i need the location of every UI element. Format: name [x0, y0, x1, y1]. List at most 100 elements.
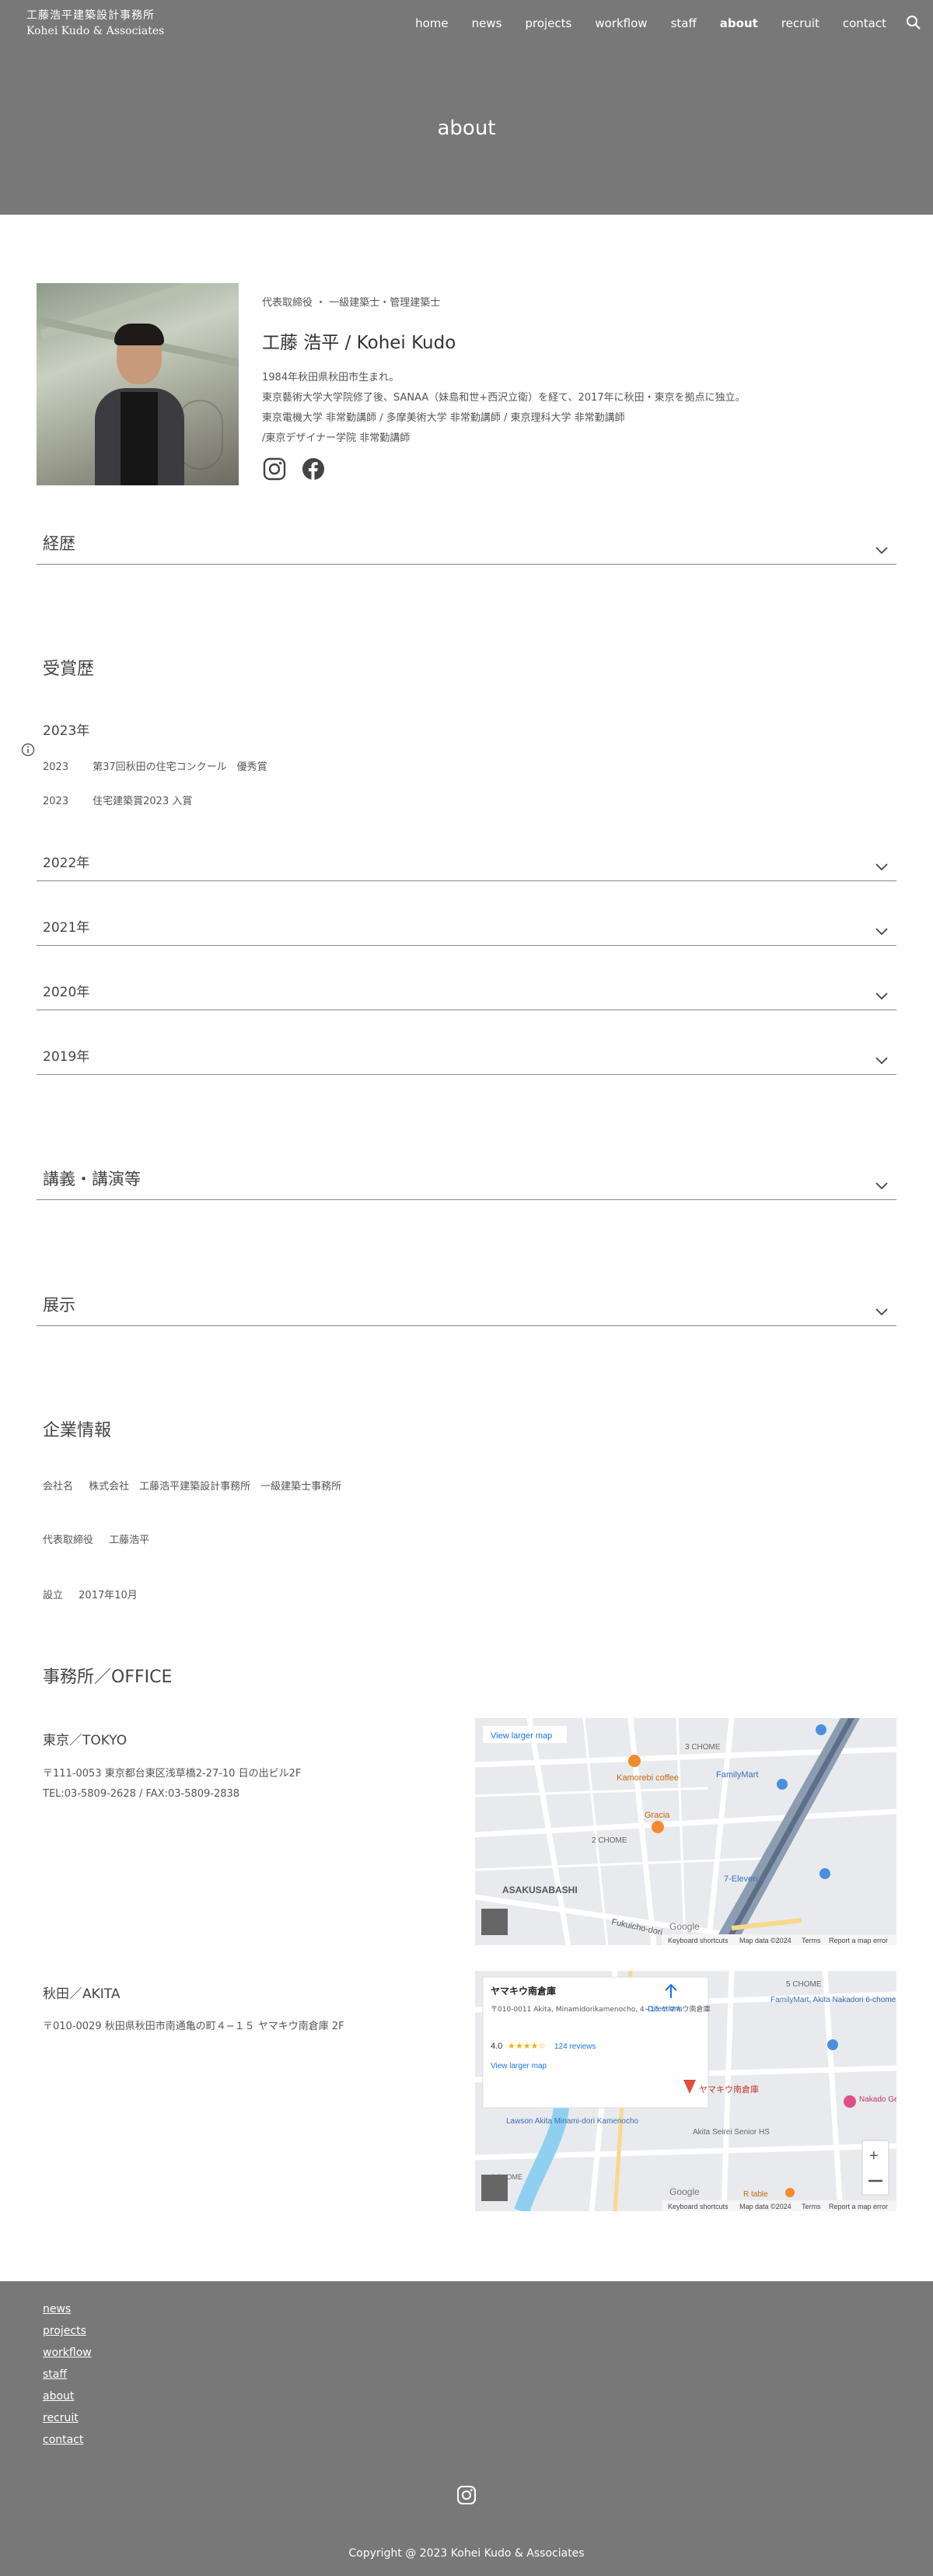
footer-link-contact[interactable]: contact [43, 2429, 92, 2451]
map-footer-link: Terms [802, 1937, 821, 1944]
map-footer-link: Map data ©2024 [739, 2203, 791, 2210]
company-value: 株式会社 工藤浩平建築設計事務所 一級建築士事務所 [89, 1481, 342, 1493]
bio-line: /東京デザイナー学院 非常勤講師 [262, 432, 411, 444]
lectures-accordion[interactable]: 講義・講演等 [37, 1169, 896, 1200]
footer-link-projects[interactable]: projects [43, 2320, 92, 2342]
nav-recruit[interactable]: recruit [781, 16, 819, 31]
map-label: 2 CHOME [592, 1836, 627, 1845]
hero-header: 工藤浩平建築設計事務所 Kohei Kudo & Associates home… [0, 0, 933, 215]
nav-workflow[interactable]: workflow [595, 16, 647, 31]
map-google-logo: Google [669, 2186, 700, 2197]
map-label: Nakado General [859, 2095, 896, 2104]
award-entry: 2023 住宅建築賞2023 入賞 [43, 793, 192, 807]
exhibitions-accordion[interactable]: 展示 [37, 1295, 896, 1326]
offices-title: 事務所／OFFICE [43, 1668, 173, 1687]
map-stars: ★★★★☆ [508, 2041, 546, 2051]
map-footer-link: Keyboard shortcuts [668, 1937, 729, 1944]
facebook-icon[interactable] [301, 457, 326, 481]
nav-about[interactable]: about [720, 16, 758, 31]
nav-contact[interactable]: contact [843, 16, 886, 31]
map-label: 3 CHOME [685, 1743, 721, 1752]
map-footer-link: Terms [802, 2203, 821, 2210]
phone-line: TEL:03-5809-2628 / FAX:03-5809-2838 [43, 1788, 240, 1800]
career-label: 経歴 [43, 534, 75, 553]
instagram-icon[interactable] [456, 2485, 477, 2505]
chevron-down-icon [875, 992, 888, 1000]
office-tokyo-address: 〒111-0053 東京都台東区浅草橋2-27-10 日の出ビル2F TEL:0… [43, 1764, 301, 1804]
bio-line: 1984年秋田県秋田市生まれ。 [262, 372, 400, 383]
company-value: 2017年10月 [79, 1590, 138, 1601]
logo-english[interactable]: Kohei Kudo & Associates [26, 23, 164, 39]
footer-link-workflow[interactable]: workflow [43, 2342, 92, 2364]
profile-name: 工藤 浩平 / Kohei Kudo [262, 333, 456, 353]
company-key: 設立 [43, 1590, 64, 1601]
company-value: 工藤浩平 [109, 1535, 150, 1546]
company-key: 代表取締役 [43, 1535, 94, 1546]
map-label: 5 CHOME [786, 1980, 822, 1989]
bio-line: 東京藝術大学大学院修了後、SANAA（妹島和世+西沢立衛）を経て、2017年に秋… [262, 392, 746, 404]
nav-news[interactable]: news [472, 16, 502, 31]
year-label: 2021年 [43, 920, 90, 936]
company-row: 代表取締役 工藤浩平 [43, 1531, 149, 1546]
map-footer-link: Keyboard shortcuts [668, 2203, 729, 2210]
page-title: about [437, 117, 496, 140]
footer-link-about[interactable]: about [43, 2385, 92, 2407]
profile-social [262, 457, 900, 481]
map-label: Lawson Akita Minami-dori Kamenocho [506, 2117, 639, 2126]
address-line: 〒111-0053 東京都台東区浅草橋2-27-10 日の出ビル2F [43, 1768, 302, 1780]
award-entry: 2023 第37回秋田の住宅コンクール 優秀賞 [43, 758, 267, 773]
info-icon[interactable] [21, 743, 35, 757]
logo-japanese[interactable]: 工藤浩平建築設計事務所 [26, 8, 164, 23]
awards-year-2021[interactable]: 2021年 [37, 915, 896, 946]
footer-link-news[interactable]: news [43, 2298, 92, 2320]
nav-projects[interactable]: projects [525, 16, 571, 31]
year-label: 2019年 [43, 1049, 90, 1065]
bio-line: 東京電機大学 非常勤講師 / 多摩美術大学 非常勤講師 / 東京理科大学 非常勤… [262, 412, 625, 424]
footer-link-staff[interactable]: staff [43, 2364, 92, 2385]
address-line: 〒010-0029 秋田県秋田市南通亀の町４−１５ ヤマキウ南倉庫 2F [43, 2021, 344, 2032]
awards-year-2020[interactable]: 2020年 [37, 979, 896, 1010]
map-place-name: ヤマキウ南倉庫 [491, 1985, 556, 1997]
map-tokyo[interactable]: View larger map Kamorebi coffee FamilyMa… [475, 1718, 896, 1945]
footer-link-recruit[interactable]: recruit [43, 2407, 92, 2429]
year-label: 2020年 [43, 985, 90, 1000]
office-tokyo-city: 東京／TOKYO [43, 1733, 128, 1748]
site-footer: news projects workflow staff about recru… [0, 2281, 933, 2576]
instagram-icon[interactable] [262, 457, 287, 481]
svg-text:+: + [869, 2147, 879, 2165]
map-directions: Directions [648, 2005, 682, 2014]
awards-year-2022[interactable]: 2022年 [37, 850, 896, 881]
career-accordion[interactable]: 経歴 [37, 534, 896, 565]
map-rating: 4.0 [491, 2042, 502, 2051]
map-label: ASAKUSABASHI [502, 1885, 578, 1895]
nav-home[interactable]: home [415, 16, 449, 31]
award-year: 2023 [43, 796, 69, 807]
award-year: 2023 [43, 761, 69, 773]
map-akita[interactable]: ヤマキウ南倉庫 〒010-0011 Akita, Minamidorikamen… [475, 1971, 896, 2211]
year-label: 2022年 [43, 856, 90, 871]
search-icon[interactable] [905, 14, 922, 31]
profile-bio: 1984年秋田県秋田市生まれ。 東京藝術大学大学院修了後、SANAA（妹島和世+… [262, 368, 900, 449]
company-title: 企業情報 [43, 1421, 112, 1440]
chevron-down-icon [875, 928, 888, 936]
awards-year-2019[interactable]: 2019年 [37, 1044, 896, 1075]
chevron-down-icon [875, 1182, 888, 1190]
awards-year-open: 2023年 [43, 723, 90, 739]
footer-nav: news projects workflow staff about recru… [43, 2298, 92, 2451]
map-reviews: 124 reviews [554, 2042, 596, 2051]
map-google-logo: Google [669, 1921, 700, 1932]
exhibitions-label: 展示 [43, 1296, 75, 1314]
map-label: ヤマキウ南倉庫 [699, 2084, 759, 2095]
chevron-down-icon [875, 863, 888, 871]
map-footer-link: Report a map error [829, 2203, 888, 2210]
copyright: Copyright @ 2023 Kohei Kudo & Associates [348, 2547, 585, 2560]
map-view-larger: View larger map [491, 1731, 552, 1741]
award-text: 住宅建築賞2023 入賞 [93, 796, 193, 807]
chevron-down-icon [875, 1308, 888, 1316]
nav-staff[interactable]: staff [671, 16, 697, 31]
site-logo[interactable]: 工藤浩平建築設計事務所 Kohei Kudo & Associates [26, 8, 164, 39]
map-label: FamilyMart [716, 1770, 758, 1780]
chevron-down-icon [875, 547, 888, 555]
map-footer-link: Map data ©2024 [739, 1937, 791, 1944]
map-label: 7-Eleven [724, 1874, 757, 1884]
